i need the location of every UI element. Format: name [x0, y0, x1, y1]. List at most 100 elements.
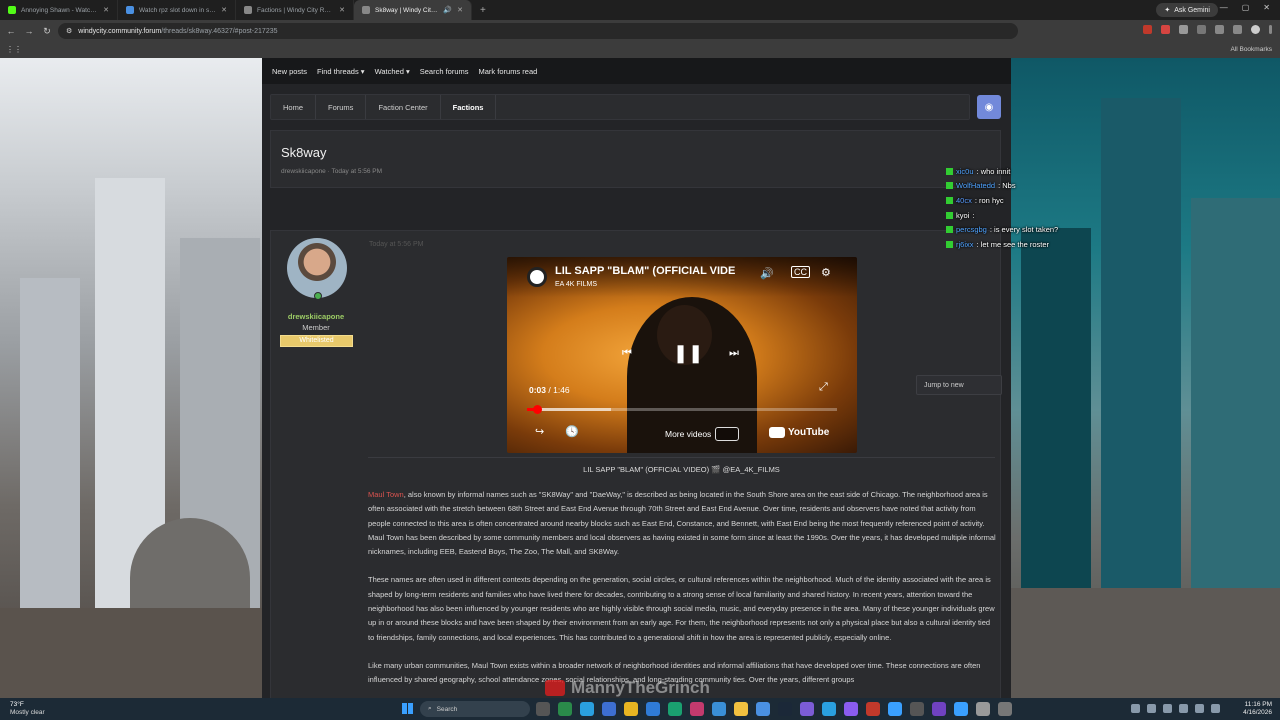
- breadcrumb-faction-center[interactable]: Faction Center: [366, 95, 441, 119]
- taskbar-app-icon[interactable]: [778, 702, 792, 716]
- video-time: 0:03 / 1:46: [529, 385, 570, 395]
- taskbar-app-icon[interactable]: [976, 702, 990, 716]
- captions-icon[interactable]: CC: [791, 266, 810, 278]
- breadcrumb-factions[interactable]: Factions: [441, 95, 497, 119]
- menu-icon[interactable]: [1269, 25, 1272, 34]
- channel-logo-icon[interactable]: [527, 267, 547, 287]
- taskbar-app-icon[interactable]: [910, 702, 924, 716]
- nav-mark-forums-read[interactable]: Mark forums read: [479, 67, 538, 76]
- avatar[interactable]: [287, 238, 347, 298]
- taskbar-app-icon[interactable]: [756, 702, 770, 716]
- taskbar-search[interactable]: ⌕ Search: [420, 701, 530, 717]
- share-icon[interactable]: ↪: [535, 425, 544, 438]
- video-title[interactable]: LIL SAPP "BLAM" (OFFICIAL VIDE: [555, 265, 745, 277]
- site-info-icon[interactable]: ⚙: [66, 27, 72, 35]
- discord-button[interactable]: ◉: [977, 95, 1001, 119]
- tray-icon[interactable]: [1131, 704, 1140, 713]
- jump-to-new-button[interactable]: Jump to new: [916, 375, 1002, 395]
- close-icon[interactable]: ✕: [457, 6, 463, 14]
- taskbar-app-icon[interactable]: [866, 702, 880, 716]
- extension-icon[interactable]: [1197, 25, 1206, 34]
- apps-grid-icon[interactable]: ⋮⋮: [6, 45, 22, 54]
- puzzle-icon[interactable]: [1215, 25, 1224, 34]
- bookmarks-bar: ⋮⋮ All Bookmarks: [0, 42, 1280, 58]
- video-scrubber-handle[interactable]: [533, 405, 543, 414]
- taskbar-app-icon[interactable]: [822, 702, 836, 716]
- video-channel[interactable]: EA 4K FILMS: [555, 281, 597, 288]
- extension-icon[interactable]: [1161, 25, 1170, 34]
- youtube-embed[interactable]: LIL SAPP "BLAM" (OFFICIAL VIDE EA 4K FIL…: [507, 257, 857, 453]
- browser-tab[interactable]: Annoying Shawn - Watch Live ✕: [0, 0, 118, 20]
- wifi-icon[interactable]: [1179, 704, 1188, 713]
- taskbar-app-icon[interactable]: [954, 702, 968, 716]
- weather-widget[interactable]: 73°F Mostly clear: [10, 701, 45, 717]
- taskbar-app-icon[interactable]: [624, 702, 638, 716]
- audio-icon[interactable]: 🔊: [443, 6, 452, 14]
- post-paragraph: These names are often used in different …: [368, 575, 995, 642]
- new-tab-button[interactable]: +: [480, 5, 486, 16]
- browser-tab[interactable]: Factions | Windy City Roleplay ✕: [236, 0, 354, 20]
- pause-icon[interactable]: ❚❚: [673, 343, 703, 364]
- tray-icon[interactable]: [1163, 704, 1172, 713]
- taskbar-clock[interactable]: 11:16 PM 4/16/2026: [1243, 701, 1272, 717]
- previous-icon[interactable]: ⏮: [622, 347, 632, 360]
- taskbar-app-icon[interactable]: [932, 702, 946, 716]
- next-icon[interactable]: ⏭: [729, 347, 739, 360]
- more-videos-button[interactable]: More videos: [665, 427, 740, 441]
- extension-icon[interactable]: [1179, 25, 1188, 34]
- taskbar-app-icon[interactable]: [536, 702, 550, 716]
- url-bar[interactable]: ⚙ windycity.community.forum/threads/sk8w…: [58, 23, 1018, 39]
- taskbar-app-icon[interactable]: [844, 702, 858, 716]
- minimize-icon[interactable]: —: [1220, 3, 1228, 12]
- taskbar-app-icon[interactable]: [800, 702, 814, 716]
- watch-later-icon[interactable]: 🕓: [565, 425, 579, 438]
- post-timestamp[interactable]: Today at 5:56 PM: [369, 241, 423, 248]
- reload-icon[interactable]: ↻: [40, 26, 54, 37]
- browser-tab[interactable]: Watch rpz slot down in some ✕: [118, 0, 236, 20]
- close-icon[interactable]: ✕: [221, 6, 227, 14]
- battery-icon[interactable]: [1211, 704, 1220, 713]
- tray-icon[interactable]: [1147, 704, 1156, 713]
- download-icon[interactable]: [1233, 25, 1242, 34]
- forward-icon[interactable]: →: [22, 26, 36, 36]
- ask-gemini-button[interactable]: ✦ Ask Gemini: [1156, 3, 1218, 17]
- back-icon[interactable]: ←: [4, 26, 18, 36]
- browser-tab-active[interactable]: Sk8way | Windy City Roleplay 🔊 ✕: [354, 0, 472, 20]
- video-progress-bar[interactable]: [527, 405, 837, 414]
- post-author[interactable]: drewskiicapone: [271, 312, 361, 321]
- taskbar-app-icon[interactable]: [998, 702, 1012, 716]
- ask-gemini-label: Ask Gemini: [1174, 6, 1210, 14]
- taskbar-app-icon[interactable]: [668, 702, 682, 716]
- youtube-logo[interactable]: YouTube: [769, 427, 829, 438]
- breadcrumb-forums[interactable]: Forums: [316, 95, 367, 119]
- taskbar-app-icon[interactable]: [712, 702, 726, 716]
- all-bookmarks-link[interactable]: All Bookmarks: [1230, 46, 1272, 53]
- volume-icon[interactable]: [1195, 704, 1204, 713]
- settings-gear-icon[interactable]: ⚙: [821, 266, 831, 279]
- taskbar-app-icon[interactable]: [690, 702, 704, 716]
- fullscreen-icon[interactable]: ⤢: [819, 381, 828, 394]
- windows-start-icon[interactable]: [402, 703, 413, 714]
- close-icon[interactable]: ✕: [103, 6, 109, 14]
- taskbar-app-icon[interactable]: [558, 702, 572, 716]
- volume-icon[interactable]: 🔊: [760, 267, 774, 280]
- nav-find-threads[interactable]: Find threads ▾: [317, 67, 365, 76]
- chat-user: xic0u: [956, 166, 974, 176]
- taskbar-app-icon[interactable]: [646, 702, 660, 716]
- maximize-icon[interactable]: ▢: [1242, 3, 1250, 12]
- nav-watched[interactable]: Watched ▾: [375, 67, 410, 76]
- maul-town-link[interactable]: Maul Town: [368, 490, 404, 499]
- thread-meta[interactable]: drewskiicapone · Today at 5:56 PM: [281, 168, 382, 175]
- profile-avatar[interactable]: [1251, 25, 1260, 34]
- taskbar-app-icon[interactable]: [602, 702, 616, 716]
- close-window-icon[interactable]: ✕: [1263, 3, 1270, 12]
- extension-icon[interactable]: [1143, 25, 1152, 34]
- nav-search-forums[interactable]: Search forums: [420, 67, 469, 76]
- close-icon[interactable]: ✕: [339, 6, 345, 14]
- weather-temp: 73°F: [10, 701, 24, 708]
- breadcrumb-home[interactable]: Home: [271, 95, 317, 119]
- taskbar-app-icon[interactable]: [580, 702, 594, 716]
- nav-new-posts[interactable]: New posts: [272, 67, 307, 76]
- taskbar-app-icon[interactable]: [888, 702, 902, 716]
- taskbar-app-icon[interactable]: [734, 702, 748, 716]
